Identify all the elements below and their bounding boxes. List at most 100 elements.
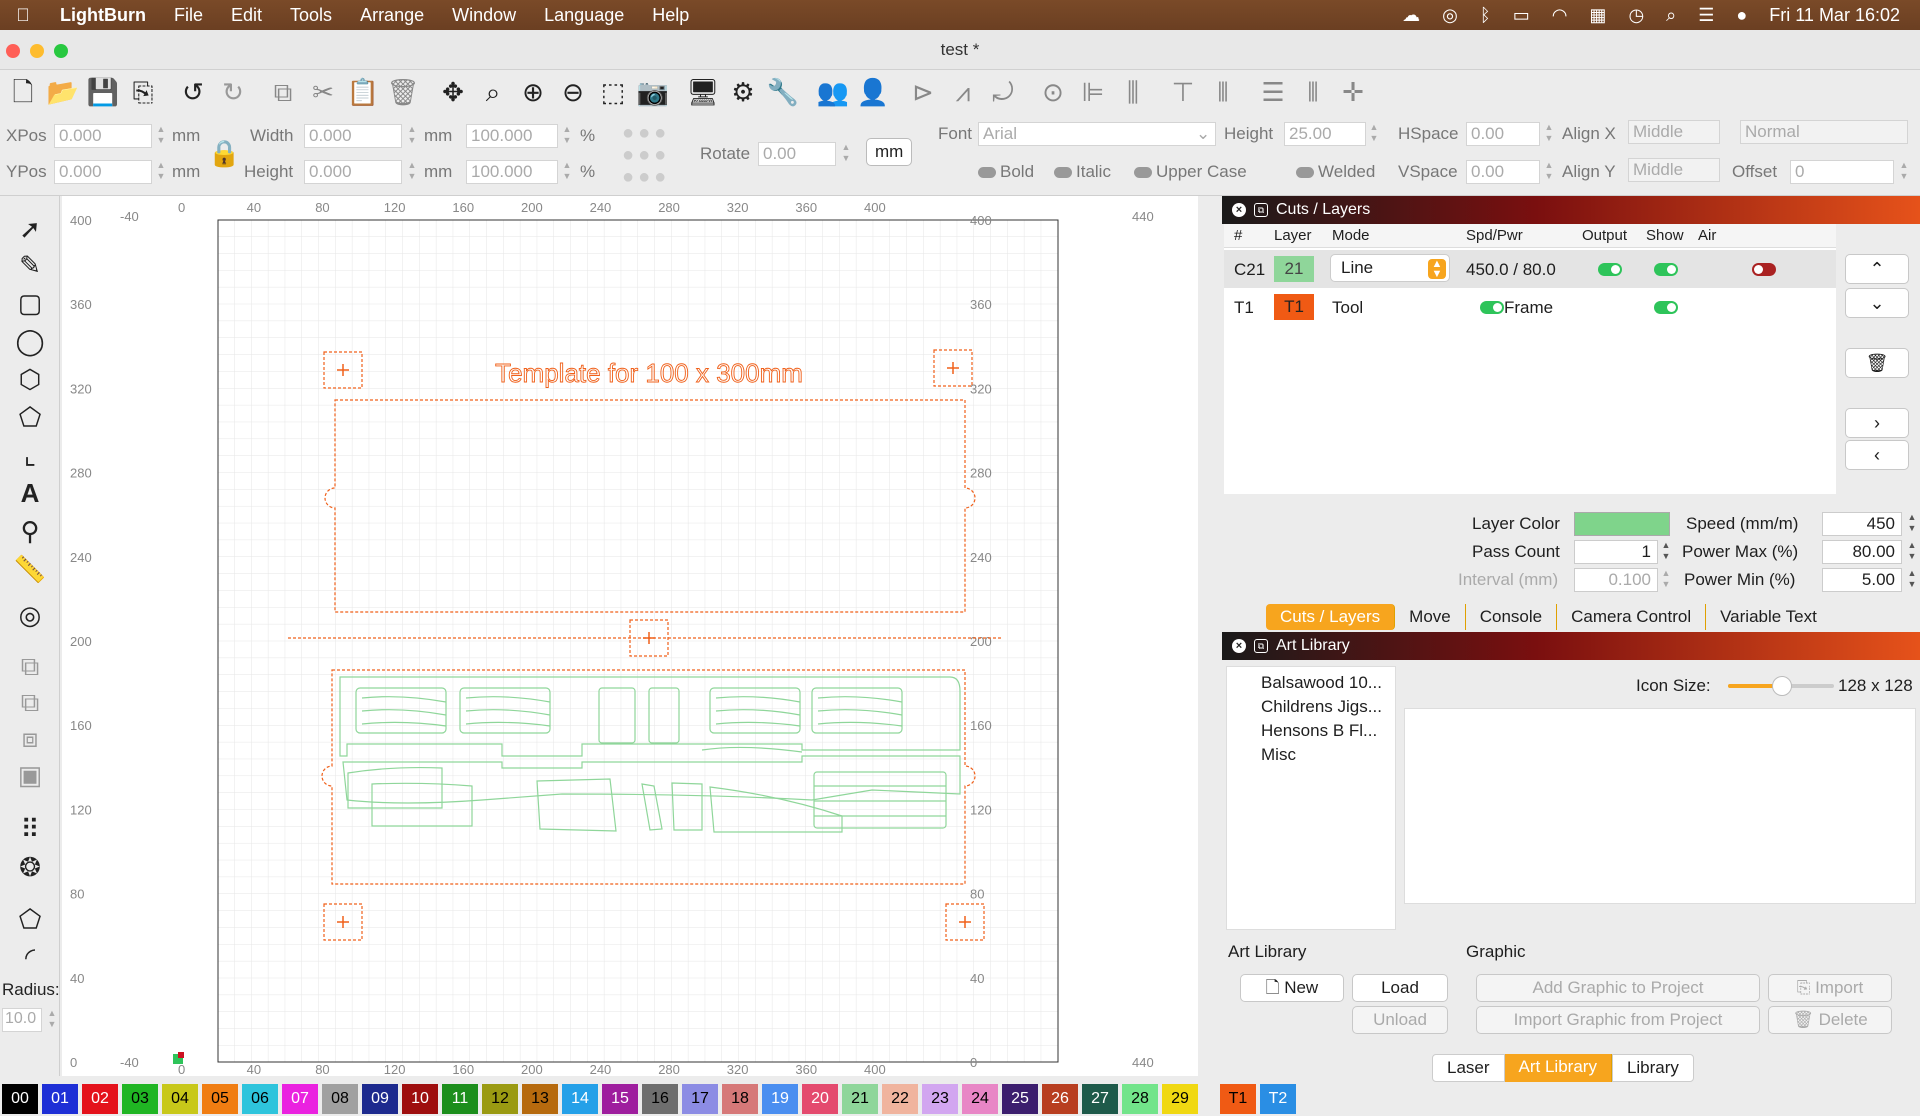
xpos-input[interactable]: 0.000	[54, 124, 152, 148]
detach-panel-icon[interactable]: ⧉	[1254, 639, 1268, 653]
power-max-input[interactable]: 80.00	[1822, 540, 1902, 564]
flag-icon[interactable]: ▦	[1589, 5, 1606, 26]
tab-library[interactable]: Library	[1611, 1054, 1694, 1082]
speed-stepper[interactable]: ▲ ▼	[1906, 512, 1918, 536]
apple-icon[interactable]: 	[0, 5, 46, 26]
time-machine-icon[interactable]: ◷	[1628, 5, 1644, 26]
spotlight-search-icon[interactable]: ⌕	[1666, 5, 1676, 26]
zoom-selection-icon[interactable]: ⌕	[476, 75, 510, 109]
font-dropdown-icon[interactable]: ⌄	[1196, 124, 1210, 144]
monitor-icon[interactable]: 🖥	[686, 75, 720, 109]
palette-color-06[interactable]: 06	[242, 1084, 278, 1114]
font-select[interactable]: Arial	[978, 122, 1216, 146]
bluetooth-icon[interactable]: ᛒ	[1480, 5, 1491, 26]
palette-color-00[interactable]: 00	[2, 1084, 38, 1114]
welded-checkbox[interactable]: Welded	[1296, 162, 1375, 182]
move-layer-down-button[interactable]: ⌄	[1845, 288, 1909, 318]
frame-selection-icon[interactable]: ⬚	[596, 75, 630, 109]
radius-input[interactable]: 10.0	[2, 1008, 42, 1032]
upper-case-checkbox[interactable]: Upper Case	[1134, 162, 1247, 182]
height-percent-stepper[interactable]: ▲ ▼	[561, 160, 573, 184]
weld-icon[interactable]: ▣	[12, 758, 48, 792]
copy-icon[interactable]: ⧉	[266, 75, 300, 109]
list-item[interactable]: Balsawood 10...	[1261, 673, 1382, 693]
text-tool-icon[interactable]: A	[12, 476, 48, 510]
align-top-icon[interactable]: ⊤	[1166, 75, 1200, 109]
zoom-out-icon[interactable]: ⊖	[556, 75, 590, 109]
align-x-select[interactable]: Middle	[1628, 120, 1720, 144]
draw-pencil-icon[interactable]: ✎	[12, 248, 48, 282]
rotate-icon[interactable]: ⤾	[986, 75, 1020, 109]
creative-cloud-icon[interactable]: ◎	[1442, 5, 1458, 26]
align-center-icon[interactable]: ⫼	[1116, 75, 1150, 109]
graphic-preview-area[interactable]	[1404, 708, 1916, 904]
palette-color-09[interactable]: 09	[362, 1084, 398, 1114]
close-panel-icon[interactable]: ×	[1232, 639, 1246, 653]
italic-checkbox[interactable]: Italic	[1054, 162, 1111, 182]
open-folder-icon[interactable]: 📂	[46, 75, 80, 109]
ellipse-icon[interactable]: ◯	[12, 324, 48, 358]
battery-icon[interactable]: ▭	[1513, 5, 1530, 26]
center-icon[interactable]: ⊙	[1036, 75, 1070, 109]
palette-color-27[interactable]: 27	[1082, 1084, 1118, 1114]
palette-color-26[interactable]: 26	[1042, 1084, 1078, 1114]
palette-color-08[interactable]: 08	[322, 1084, 358, 1114]
import-graphic-button[interactable]: Import Graphic from Project	[1476, 1006, 1760, 1034]
bold-checkbox[interactable]: Bold	[978, 162, 1034, 182]
polygon-icon[interactable]: ⬡	[12, 362, 48, 396]
width-percent-input[interactable]: 100.000	[466, 124, 558, 148]
palette-color-01[interactable]: 01	[42, 1084, 78, 1114]
palette-color-03[interactable]: 03	[122, 1084, 158, 1114]
mirror-vertical-icon[interactable]: ⩘	[946, 75, 980, 109]
palette-color-16[interactable]: 16	[642, 1084, 678, 1114]
rotate-stepper[interactable]: ▲ ▼	[840, 142, 852, 166]
width-input[interactable]: 0.000	[304, 124, 402, 148]
palette-color-04[interactable]: 04	[162, 1084, 198, 1114]
camera-icon[interactable]: 📷	[636, 75, 670, 109]
font-height-stepper[interactable]: ▲ ▼	[1368, 122, 1380, 146]
tab-move[interactable]: Move	[1395, 604, 1466, 630]
palette-color-t1[interactable]: T1	[1220, 1084, 1256, 1114]
add-graphic-button[interactable]: Add Graphic to Project	[1476, 974, 1760, 1002]
text-mode-select[interactable]: Normal	[1740, 120, 1908, 144]
control-center-icon[interactable]: ☰	[1698, 5, 1714, 26]
undo-icon[interactable]: ↺	[176, 75, 210, 109]
palette-color-25[interactable]: 25	[1002, 1084, 1038, 1114]
zoom-in-icon[interactable]: ⊕	[516, 75, 550, 109]
height-input[interactable]: 0.000	[304, 160, 402, 184]
hspace-stepper[interactable]: ▲ ▼	[1543, 122, 1555, 146]
workspace-canvas[interactable]: 400 360 320 280 240 200 160 120 80 40 0 400 360 320 2…	[62, 196, 1198, 1077]
list-item[interactable]: Misc	[1261, 745, 1296, 765]
table-row[interactable]: T1 T1 Tool Frame	[1224, 288, 1836, 326]
palette-color-t2[interactable]: T2	[1260, 1084, 1296, 1114]
tools-wrench-icon[interactable]: 🔧	[766, 75, 800, 109]
palette-color-17[interactable]: 17	[682, 1084, 718, 1114]
ypos-stepper[interactable]: ▲ ▼	[155, 160, 167, 184]
corner-radius-icon[interactable]: ◜	[12, 940, 48, 974]
frame-toggle[interactable]	[1480, 301, 1504, 314]
distribute-vertical-icon[interactable]: ⦀	[1296, 75, 1330, 109]
palette-color-21[interactable]: 21	[842, 1084, 878, 1114]
select-arrow-icon[interactable]: ➚	[12, 212, 48, 246]
width-stepper[interactable]: ▲ ▼	[406, 124, 418, 148]
boolean-union-icon[interactable]: ⧉	[12, 650, 48, 684]
interval-stepper[interactable]: ▲ ▼	[1660, 568, 1672, 592]
icon-size-slider-handle[interactable]	[1772, 676, 1792, 696]
palette-color-10[interactable]: 10	[402, 1084, 438, 1114]
boolean-difference-icon[interactable]: ⧉	[12, 686, 48, 720]
palette-color-12[interactable]: 12	[482, 1084, 518, 1114]
tab-cuts-layers[interactable]: Cuts / Layers	[1266, 604, 1396, 630]
paste-icon[interactable]: 📋	[346, 75, 380, 109]
detach-panel-icon[interactable]: ⧉	[1254, 203, 1268, 217]
collapse-left-button[interactable]: ‹	[1845, 440, 1909, 470]
radius-stepper[interactable]: ▲ ▼	[46, 1008, 58, 1032]
menu-tools[interactable]: Tools	[276, 5, 346, 26]
speed-input[interactable]: 450	[1822, 512, 1902, 536]
menu-language[interactable]: Language	[530, 5, 638, 26]
unload-library-button[interactable]: Unload	[1352, 1006, 1448, 1034]
palette-color-05[interactable]: 05	[202, 1084, 238, 1114]
menu-window[interactable]: Window	[438, 5, 530, 26]
icon-size-slider[interactable]	[1728, 676, 1834, 696]
mode-dropdown-icon[interactable]: ▲ ▼	[1428, 259, 1446, 280]
load-library-button[interactable]: Load	[1352, 974, 1448, 1002]
